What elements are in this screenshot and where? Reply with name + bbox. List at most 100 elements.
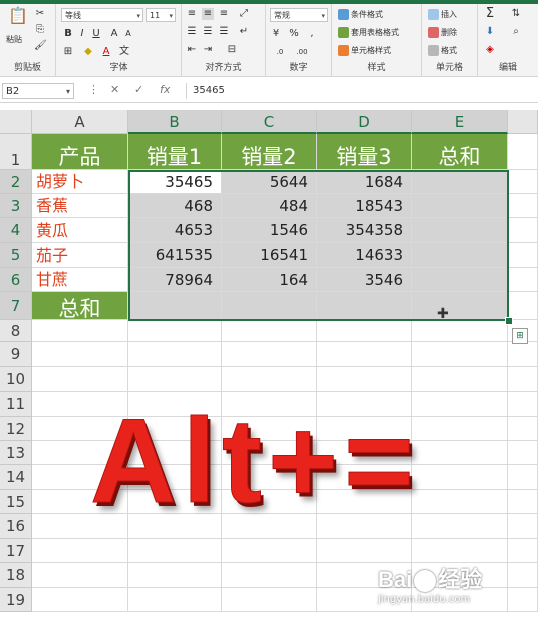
value-cell[interactable]: 4653 — [128, 218, 222, 243]
value-cell[interactable]: 1546 — [222, 218, 317, 243]
font-color-icon[interactable]: A — [100, 46, 112, 58]
fill-color-icon[interactable]: ◆ — [82, 46, 94, 58]
value-cell[interactable]: 78964 — [128, 268, 222, 292]
row-header-2[interactable]: 2 — [0, 170, 32, 194]
cell[interactable] — [508, 134, 538, 170]
border-icon[interactable]: ⊞ — [62, 46, 74, 58]
cell[interactable] — [222, 367, 317, 392]
row-header-6[interactable]: 6 — [0, 268, 32, 292]
underline-button[interactable]: U — [90, 28, 102, 40]
increase-indent-icon[interactable]: ⇥ — [202, 44, 214, 56]
cell[interactable] — [128, 320, 222, 342]
cell[interactable] — [222, 342, 317, 367]
italic-button[interactable]: I — [76, 28, 88, 40]
format-painter-icon[interactable]: 🖌 — [34, 40, 47, 52]
cell[interactable] — [128, 563, 222, 588]
total-cell[interactable] — [412, 292, 508, 320]
header-cell[interactable]: 销量1 — [128, 134, 222, 170]
cell[interactable] — [508, 170, 538, 194]
cell[interactable] — [32, 367, 128, 392]
cell[interactable] — [412, 320, 508, 342]
total-cell[interactable] — [412, 194, 508, 218]
cell[interactable] — [222, 539, 317, 563]
increase-font-icon[interactable]: A — [108, 28, 120, 40]
cell[interactable] — [32, 320, 128, 342]
cell[interactable] — [128, 367, 222, 392]
cell[interactable] — [508, 514, 538, 539]
total-cell[interactable] — [412, 268, 508, 292]
cell[interactable] — [508, 292, 538, 320]
phonetic-icon[interactable]: 文 — [118, 46, 130, 58]
row-header-18[interactable]: 18 — [0, 563, 32, 588]
row-header-9[interactable]: 9 — [0, 342, 32, 367]
cell[interactable] — [508, 194, 538, 218]
font-size-combo[interactable]: 11 ▾ — [146, 8, 176, 22]
column-header-E[interactable]: E — [412, 110, 508, 134]
cell[interactable] — [412, 539, 508, 563]
wrap-text-icon[interactable]: ↵ — [238, 26, 250, 38]
total-cell[interactable] — [128, 292, 222, 320]
cell[interactable] — [412, 367, 508, 392]
cell[interactable] — [317, 320, 412, 342]
format-button[interactable]: 格式 — [428, 45, 457, 56]
total-cell[interactable] — [412, 170, 508, 194]
cell[interactable] — [317, 342, 412, 367]
product-cell[interactable]: 甘蔗 — [32, 268, 128, 292]
product-cell[interactable]: 香蕉 — [32, 194, 128, 218]
header-cell[interactable]: 销量2 — [222, 134, 317, 170]
cell[interactable] — [412, 417, 508, 441]
product-cell[interactable]: 胡萝卜 — [32, 170, 128, 194]
row-header-5[interactable]: 5 — [0, 243, 32, 268]
cell[interactable] — [508, 342, 538, 367]
insert-function-button[interactable]: fx — [160, 83, 170, 96]
total-cell[interactable] — [412, 218, 508, 243]
cell[interactable] — [128, 342, 222, 367]
align-left-icon[interactable]: ☰ — [186, 26, 198, 38]
value-cell[interactable]: 468 — [128, 194, 222, 218]
cut-icon[interactable]: ✂ — [34, 8, 46, 20]
autosum-button[interactable]: Σ — [484, 7, 496, 20]
orientation-icon[interactable]: ⤢ — [238, 8, 250, 20]
cell[interactable] — [412, 465, 508, 490]
value-cell[interactable]: 354358 — [317, 218, 412, 243]
cell[interactable] — [508, 367, 538, 392]
cell[interactable] — [508, 417, 538, 441]
format-as-table-button[interactable]: 套用表格格式 — [338, 27, 399, 38]
cell[interactable] — [508, 243, 538, 268]
align-right-icon[interactable]: ☰ — [218, 26, 230, 38]
conditional-format-button[interactable]: 条件格式 — [338, 9, 383, 20]
cell[interactable] — [412, 392, 508, 417]
paste-icon[interactable]: 📋 — [8, 8, 28, 30]
value-cell[interactable]: 14633 — [317, 243, 412, 268]
cell[interactable] — [128, 588, 222, 612]
value-cell[interactable]: 3546 — [317, 268, 412, 292]
cell[interactable] — [32, 563, 128, 588]
cell[interactable] — [222, 563, 317, 588]
cell[interactable] — [508, 218, 538, 243]
copy-icon[interactable]: ⎘ — [34, 24, 46, 36]
value-cell[interactable]: 5644 — [222, 170, 317, 194]
total-cell[interactable] — [412, 243, 508, 268]
column-header-C[interactable]: C — [222, 110, 317, 134]
row-header-3[interactable]: 3 — [0, 194, 32, 218]
row-header-4[interactable]: 4 — [0, 218, 32, 243]
column-header-D[interactable]: D — [317, 110, 412, 134]
cell[interactable] — [412, 441, 508, 465]
value-cell[interactable]: 16541 — [222, 243, 317, 268]
product-cell[interactable]: 黄瓜 — [32, 218, 128, 243]
row-header-16[interactable]: 16 — [0, 514, 32, 539]
comma-button[interactable]: , — [306, 28, 318, 40]
worksheet-grid[interactable]: A B C D E 1 2 3 4 5 6 7 8 9 10 11 12 13 14 15 16 17 18 19 产品 销量1 销… — [0, 110, 538, 622]
fill-handle[interactable] — [505, 317, 513, 325]
cell[interactable] — [508, 392, 538, 417]
header-cell[interactable]: 销量3 — [317, 134, 412, 170]
formula-input[interactable]: 35465 — [186, 83, 538, 99]
row-header-15[interactable]: 15 — [0, 490, 32, 514]
align-bottom-icon[interactable]: ≡ — [218, 8, 230, 20]
header-cell[interactable]: 产品 — [32, 134, 128, 170]
clear-icon[interactable]: ◈ — [484, 44, 496, 56]
increase-decimal-icon[interactable]: .0 — [274, 46, 286, 58]
total-cell[interactable] — [317, 292, 412, 320]
cell[interactable] — [508, 490, 538, 514]
header-cell[interactable]: 总和 — [412, 134, 508, 170]
